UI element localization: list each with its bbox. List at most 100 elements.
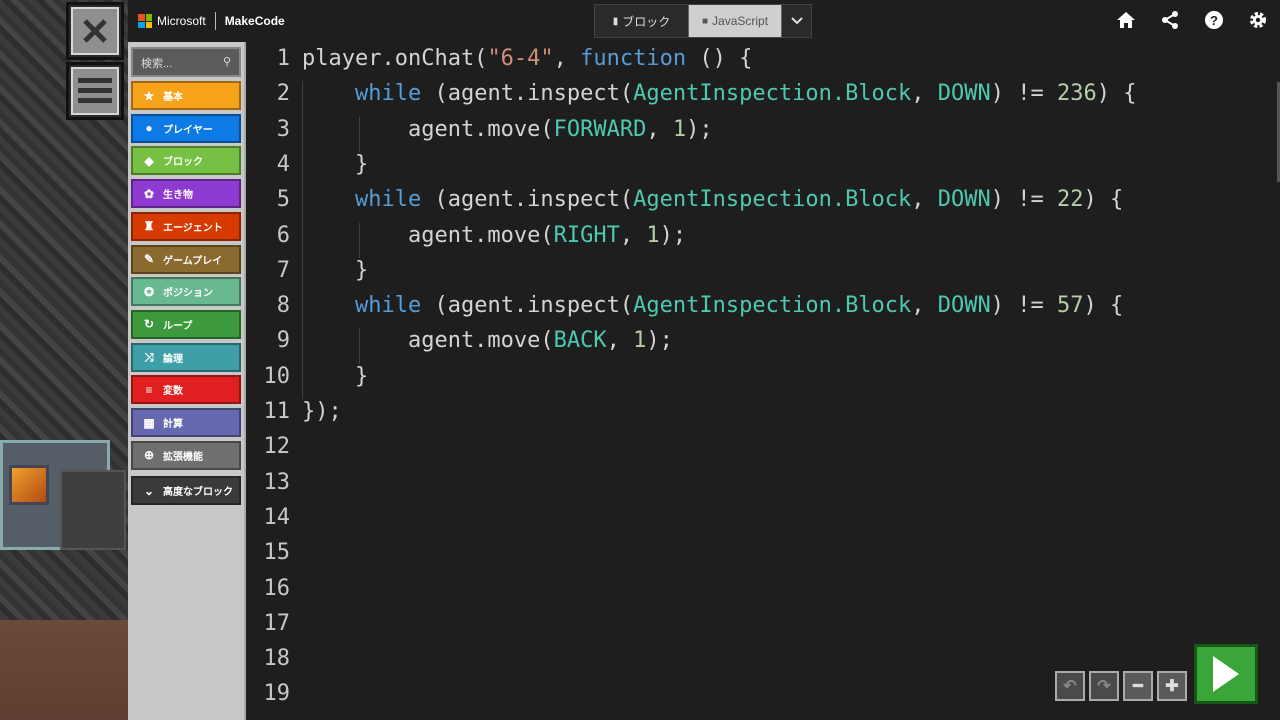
line-number: 14 (263, 504, 291, 530)
line-number: 17 (263, 610, 291, 636)
code-line[interactable]: while (agent.inspect(AgentInspection.Blo… (302, 293, 1123, 318)
toolbox-category-label: 高度なブロック (163, 487, 233, 498)
world-block (60, 470, 126, 550)
editor-toggle: ▮ ブロック ■ JavaScript (594, 4, 812, 38)
toolbox-category-label: ループ (163, 320, 193, 332)
list-icon: ≡ (145, 382, 153, 397)
makecode-logo[interactable]: Microsoft MakeCode (138, 12, 285, 30)
toolbox-category-label: ポジション (163, 288, 213, 300)
gear-icon (1250, 12, 1266, 28)
chevron-down-icon (790, 17, 803, 25)
search-icon: ⚲ (222, 56, 231, 68)
paw-icon: ✿ (143, 186, 155, 201)
toolbox-category-1[interactable]: ● プレイヤー (131, 113, 241, 143)
line-number: 18 (263, 646, 291, 672)
home-button[interactable] (1116, 10, 1136, 30)
plus-icon: ✚ (1165, 678, 1179, 695)
toolbox-category-12[interactable]: ⌄ 高度なブロック (131, 476, 241, 505)
star-icon: ★ (143, 88, 155, 103)
code-line[interactable]: } (302, 364, 368, 389)
toolbox-category-9[interactable]: ≡ 変数 (131, 375, 241, 405)
toolbox-category-4[interactable]: ♜ エージェント (131, 211, 241, 241)
play-icon (1213, 656, 1239, 692)
hamburger-icon (78, 78, 112, 103)
toolbox-category-label: エージェント (163, 222, 223, 234)
code-line[interactable]: while (agent.inspect(AgentInspection.Blo… (302, 81, 1137, 106)
toolbox-category-label: ゲームプレイ (163, 255, 223, 267)
toolbox-category-0[interactable]: ★ 基本 (131, 81, 241, 110)
line-number: 11 (263, 399, 291, 424)
code-editor[interactable]: 1 2 3 4 5 6 7 8 9 10 11 12 13 14 15 16 17 18 19 player.onCh… (246, 42, 1280, 720)
tab-blocks-label: ブロック (622, 14, 671, 29)
home-icon (1117, 12, 1135, 28)
line-number: 5 (276, 187, 290, 213)
toolbox-category-11[interactable]: ⊕ 拡張機能 (131, 440, 241, 470)
redo-button[interactable]: ↷ (1089, 671, 1119, 701)
toolbox-category-5[interactable]: ✎ ゲームプレイ (131, 244, 241, 274)
run-code-button[interactable] (1194, 644, 1258, 704)
code-line[interactable]: }); (302, 399, 342, 424)
code-line[interactable]: } (302, 258, 368, 283)
line-number: 13 (263, 469, 291, 495)
product-label: MakeCode (224, 14, 285, 28)
shuffle-icon: ⤨ (144, 349, 154, 364)
wrench-icon: ✎ (143, 252, 155, 266)
line-number: 8 (276, 293, 290, 319)
help-button[interactable]: ? (1204, 10, 1224, 30)
puzzle-icon: ▮ (612, 15, 619, 27)
toolbox-search-input[interactable]: 検索... ⚲ (131, 47, 241, 77)
undo-icon: ↶ (1063, 678, 1077, 695)
menu-button[interactable] (66, 62, 124, 120)
language-dropdown-button[interactable] (781, 5, 811, 37)
divider (214, 12, 216, 30)
line-number: 7 (276, 257, 290, 283)
loop-icon: ↻ (143, 317, 155, 332)
plus-circle-icon: ⊕ (143, 448, 155, 463)
microsoft-logo-icon (138, 14, 152, 28)
indent-guide (302, 81, 303, 399)
toolbox-category-label: 拡張機能 (163, 451, 203, 463)
header-bar: Microsoft MakeCode ▮ ブロック ■ JavaScript ? (128, 0, 1280, 42)
toolbox: 検索... ⚲ ★ 基本 ● プレイヤー ◆ ブロック ✿ 生き物 ♜ エージェント ✎ ゲームプレイ… (128, 42, 246, 720)
code-line[interactable]: } (302, 152, 368, 177)
toolbox-category-label: プレイヤー (163, 124, 213, 136)
zoom-in-button[interactable]: ✚ (1157, 671, 1187, 701)
toolbox-category-3[interactable]: ✿ 生き物 (131, 179, 241, 209)
code-line[interactable]: while (agent.inspect(AgentInspection.Blo… (302, 187, 1123, 212)
share-icon (1162, 11, 1178, 29)
toolbox-category-8[interactable]: ⤨ 論理 (131, 342, 241, 372)
search-placeholder: 検索... (141, 58, 173, 70)
tab-javascript[interactable]: ■ JavaScript (688, 5, 781, 37)
tab-blocks[interactable]: ▮ ブロック (595, 5, 688, 37)
line-number: 15 (263, 540, 291, 566)
close-icon (83, 19, 107, 43)
line-number: 6 (276, 222, 290, 248)
line-number: 12 (263, 434, 291, 460)
settings-button[interactable] (1248, 10, 1268, 30)
cube-icon: ◆ (144, 153, 154, 168)
undo-button[interactable]: ↶ (1055, 671, 1085, 701)
tab-javascript-label: JavaScript (712, 14, 769, 28)
toolbox-category-10[interactable]: ▦ 計算 (131, 408, 241, 437)
zoom-out-button[interactable]: ━ (1123, 671, 1153, 701)
indent-guide (359, 222, 360, 258)
code-line[interactable]: player.onChat("6-4", function () { (302, 46, 752, 71)
indent-guide (359, 328, 360, 364)
brand-label: Microsoft (157, 14, 206, 28)
chevron-down-icon: ⌄ (143, 483, 155, 498)
code-line[interactable]: agent.move(FORWARD, 1); (302, 117, 713, 142)
line-number: 3 (276, 116, 290, 142)
toolbox-category-2[interactable]: ◆ ブロック (131, 146, 241, 176)
line-number: 2 (276, 81, 290, 107)
agent-icon: ♜ (143, 219, 155, 234)
toolbox-category-label: 基本 (163, 92, 183, 103)
compass-icon: ✪ (143, 284, 155, 299)
code-line[interactable]: agent.move(BACK, 1); (302, 328, 673, 353)
close-editor-button[interactable] (66, 2, 124, 60)
toolbox-category-7[interactable]: ↻ ループ (131, 309, 241, 339)
person-icon: ● (145, 121, 153, 136)
toolbox-category-6[interactable]: ✪ ポジション (131, 277, 241, 307)
share-button[interactable] (1160, 10, 1180, 30)
toolbox-category-label: ブロック (163, 157, 203, 169)
world-lava-block (9, 465, 49, 505)
